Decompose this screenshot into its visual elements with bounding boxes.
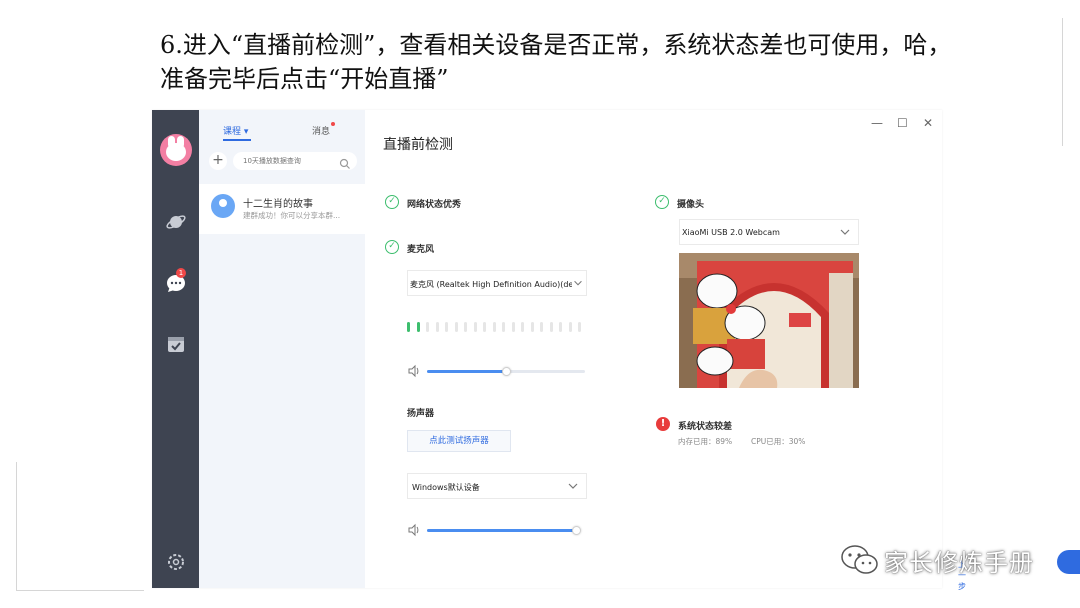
- check-circle-icon: ✓: [385, 195, 399, 209]
- add-button[interactable]: +: [209, 152, 227, 170]
- warning-icon: !: [656, 417, 670, 431]
- level-segment: [521, 322, 524, 332]
- page-title: 直播前检测: [383, 137, 453, 153]
- microphone-level-meter: [407, 322, 588, 332]
- level-segment: [454, 322, 458, 332]
- level-segment: [416, 322, 420, 332]
- decorative-divider: [16, 590, 144, 591]
- message-dot: [331, 122, 335, 126]
- caption-line-1: 6.进入“直播前检测”，查看相关设备是否正常，系统状态差也可使用，哈，: [160, 31, 952, 59]
- camera-label: 摄像头: [677, 200, 705, 210]
- planet-icon[interactable]: [164, 210, 188, 234]
- calendar-check-icon[interactable]: [164, 332, 188, 356]
- level-segment: [502, 322, 505, 332]
- watermark: 家长修炼手册: [840, 540, 1034, 580]
- speaker-select[interactable]: Windows默认设备: [407, 473, 587, 499]
- microphone-selected: 麦克风 (Realtek High Definition Audio)(de: [410, 280, 574, 289]
- check-circle-icon: ✓: [655, 195, 669, 209]
- level-segment: [540, 322, 543, 332]
- level-segment: [530, 322, 534, 332]
- camera-select[interactable]: XiaoMi USB 2.0 Webcam: [679, 219, 859, 245]
- level-segment: [492, 322, 496, 332]
- level-segment: [407, 322, 410, 332]
- unread-badge: 1: [176, 268, 186, 278]
- microphone-volume-slider[interactable]: [427, 367, 585, 376]
- speaker-label: 扬声器: [407, 409, 435, 419]
- pre-live-check-panel: — ☐ ✕ 直播前检测 ✓ 网络状态优秀 ✓ 麦克风 麦克风 (Realtek …: [365, 110, 1080, 591]
- level-segment: [511, 322, 515, 332]
- slider-thumb[interactable]: [502, 367, 511, 376]
- slider-thumb[interactable]: [571, 526, 581, 535]
- microphone-label: 麦克风: [407, 245, 435, 255]
- speaker-selected: Windows默认设备: [412, 483, 480, 492]
- close-button[interactable]: ✕: [923, 116, 933, 130]
- maximize-button[interactable]: ☐: [897, 116, 908, 130]
- level-segment: [483, 322, 486, 332]
- level-segment: [445, 322, 448, 332]
- volume-icon: [407, 363, 421, 378]
- speaker-volume-slider[interactable]: [427, 526, 581, 535]
- cpu-usage: CPU已用：30%: [751, 437, 806, 446]
- check-circle-icon: ✓: [385, 240, 399, 254]
- course-title: 十二生肖的故事: [243, 199, 313, 210]
- system-status-label: 系统状态较差: [678, 422, 733, 432]
- avatar[interactable]: [160, 134, 192, 166]
- course-list-panel: 课程 ▾ 消息 + 十二生肖的故事 建群成功！你可以分享本群...: [199, 110, 365, 588]
- tab-course[interactable]: 课程 ▾: [223, 124, 252, 141]
- chevron-down-icon: [566, 479, 580, 493]
- level-segment: [473, 322, 477, 332]
- microphone-select[interactable]: 麦克风 (Realtek High Definition Audio)(de: [407, 270, 587, 296]
- level-segment: [578, 322, 581, 332]
- list-item[interactable]: 十二生肖的故事 建群成功！你可以分享本群...: [199, 184, 365, 234]
- settings-icon[interactable]: [164, 550, 188, 574]
- wechat-logo-icon: [841, 545, 878, 574]
- chevron-down-icon: [838, 225, 852, 239]
- watermark-text: 家长修炼手册: [884, 548, 1034, 577]
- nav-rail: 1: [152, 110, 199, 588]
- network-status-label: 网络状态优秀: [407, 200, 462, 210]
- tab-messages[interactable]: 消息: [312, 124, 330, 137]
- volume-icon: [407, 522, 421, 537]
- slider-fill: [427, 370, 506, 373]
- test-speaker-button[interactable]: 点此测试扬声器: [407, 430, 511, 452]
- start-live-button[interactable]: [1057, 550, 1080, 574]
- search-icon[interactable]: [339, 155, 351, 169]
- decorative-divider: [1062, 18, 1063, 146]
- level-segment: [559, 322, 562, 332]
- camera-preview: [679, 253, 859, 388]
- course-subtitle: 建群成功！你可以分享本群...: [243, 211, 341, 220]
- slider-fill: [427, 529, 576, 532]
- level-segment: [464, 322, 467, 332]
- level-segment: [549, 322, 553, 332]
- decorative-divider: [16, 462, 17, 590]
- level-segment: [426, 322, 429, 332]
- camera-selected: XiaoMi USB 2.0 Webcam: [682, 228, 780, 237]
- chevron-down-icon: [572, 276, 584, 290]
- minimize-button[interactable]: —: [871, 116, 883, 130]
- memory-usage: 内存已用：89%: [678, 437, 733, 446]
- slide-caption: 6.进入“直播前检测”，查看相关设备是否正常，系统状态差也可使用，哈， 准备完毕…: [160, 28, 1040, 96]
- caption-line-2: 准备完毕后点击“开始直播”: [160, 65, 449, 93]
- live-app-window: 1 课程 ▾ 消息 + 十二生肖的故事 建群成功！你可以分享本群... — ☐ …: [152, 110, 1080, 591]
- level-segment: [435, 322, 439, 332]
- level-segment: [568, 322, 572, 332]
- course-avatar: [211, 194, 235, 218]
